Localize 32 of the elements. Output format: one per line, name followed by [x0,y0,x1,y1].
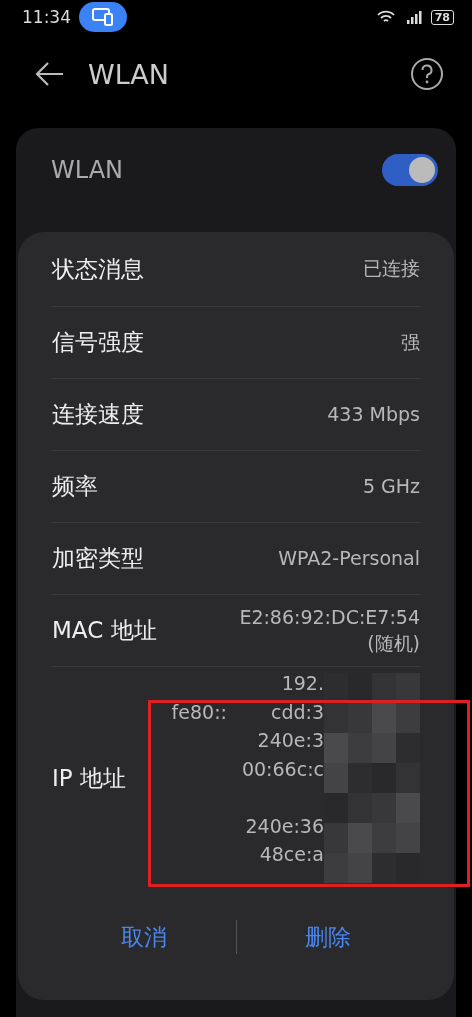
wlan-label: WLAN [51,156,124,184]
back-icon[interactable] [34,61,64,87]
ip-address-fragment: 48ce:a [259,842,324,867]
detail-value: E2:86:92:DC:E7:54 [239,604,420,630]
battery-level: 78 [430,9,454,25]
ip-address-fragment: fe80:: [171,699,227,725]
detail-value: (随机) [366,630,420,656]
ip-address-fragment: 00:66c:c [241,756,324,782]
ip-address-fragment: 240e:36 [245,813,324,839]
detail-value: 433 Mbps [327,401,420,427]
delete-button[interactable]: 删除 [236,913,420,961]
detail-label: 信号强度 [52,328,144,357]
detail-label: 加密类型 [52,544,144,573]
clock: 11:34 [22,7,71,27]
detail-label: 频率 [52,472,98,501]
cancel-button[interactable]: 取消 [52,913,236,961]
detail-label: 状态消息 [52,254,144,284]
screen-share-icon[interactable] [79,2,127,32]
wlan-toggle[interactable] [382,154,438,186]
ip-address-fragment: 240e:3 [257,728,324,753]
detail-value: 5 GHz [362,473,420,499]
detail-label: IP 地址 [52,763,126,793]
page-title: WLAN [88,58,170,90]
wifi-icon [376,10,395,24]
ip-address-fragment: 192. [281,671,324,696]
help-icon[interactable] [410,57,444,91]
detail-value: 强 [401,329,420,355]
detail-value: 已连接 [363,256,420,282]
detail-label: MAC 地址 [52,616,157,645]
ip-address-fragment: cdd:3 [270,699,324,725]
detail-label: 连接速度 [52,400,144,429]
detail-value: WPA2-Personal [278,545,420,571]
